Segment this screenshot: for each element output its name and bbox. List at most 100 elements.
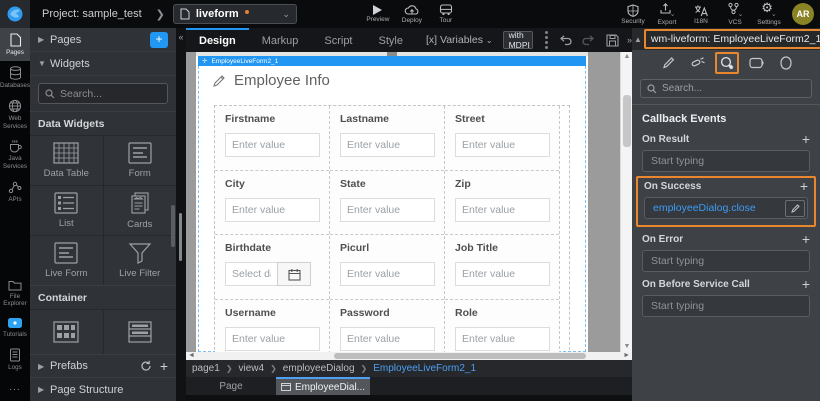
field-password[interactable]: Password — [330, 300, 444, 353]
breadcrumb-view4[interactable]: view4 — [239, 363, 265, 374]
widget-tile-form[interactable]: Form — [104, 136, 177, 185]
username-input[interactable] — [225, 327, 320, 351]
zip-input[interactable] — [455, 198, 550, 222]
page-selector-dropdown[interactable]: liveform ⌄ — [173, 4, 297, 24]
export-button[interactable]: ⌄ Export — [650, 0, 684, 28]
device-tab[interactable] — [745, 52, 769, 74]
firstname-input[interactable] — [225, 133, 320, 157]
security-button[interactable]: Security — [616, 0, 650, 28]
add-on-result-button[interactable]: + — [802, 133, 810, 145]
state-input[interactable] — [340, 198, 435, 222]
breadcrumb-employeeDialog[interactable]: employeeDialog — [283, 363, 355, 374]
panel-scrollbar[interactable] — [171, 205, 175, 247]
on-result-input[interactable] — [651, 155, 807, 167]
scroll-up-arrow[interactable]: ▲ — [621, 52, 632, 62]
redo-button[interactable] — [582, 35, 596, 46]
street-input[interactable] — [455, 133, 550, 157]
tab-employee-dialog[interactable]: EmployeeDial... — [276, 377, 370, 395]
properties-search-input[interactable] — [662, 83, 792, 94]
lastname-input[interactable] — [340, 133, 435, 157]
more-options-button[interactable] — [545, 31, 548, 49]
widget-tile-list[interactable]: List — [30, 186, 103, 235]
add-on-success-button[interactable]: + — [800, 180, 808, 192]
page-structure-accordion[interactable]: ▶ Page Structure — [30, 378, 176, 401]
rail-item-java-services[interactable]: Java Services — [0, 134, 30, 175]
field-role[interactable]: Role — [445, 300, 559, 353]
widget-tile-data-table[interactable]: Data Table — [30, 136, 103, 185]
field-job-title[interactable]: Job Title — [445, 235, 559, 300]
rail-item-web-services[interactable]: Web Services — [0, 94, 30, 135]
field-state[interactable]: State — [330, 171, 444, 236]
properties-tab[interactable] — [656, 52, 680, 74]
scroll-down-arrow[interactable]: ▼ — [621, 342, 632, 352]
deploy-button[interactable]: Deploy — [395, 0, 429, 28]
scroll-right-arrow[interactable]: ► — [623, 352, 630, 360]
save-button[interactable] — [606, 34, 619, 47]
collapse-panel-button[interactable]: « — [176, 30, 186, 44]
liveform-selection-bar[interactable]: ✛ EmployeeLiveForm2_1 — [198, 56, 586, 66]
i18n-button[interactable]: I18N — [684, 0, 718, 28]
rail-item-logs[interactable]: Logs — [0, 343, 30, 376]
tour-button[interactable]: Tour — [429, 0, 463, 28]
form-title[interactable]: Employee Info — [212, 72, 330, 89]
widget-tile-cards[interactable]: Cards — [104, 186, 177, 235]
tab-script[interactable]: Script — [311, 28, 365, 52]
city-input[interactable] — [225, 198, 320, 222]
field-city[interactable]: City — [215, 171, 329, 236]
rail-item-databases[interactable]: Databases — [0, 61, 30, 94]
collapse-panel-arrow[interactable]: ▲ — [634, 35, 642, 44]
picurl-input[interactable] — [340, 262, 435, 286]
properties-search[interactable] — [640, 79, 812, 98]
canvas-horizontal-scrollbar[interactable]: ◄ ► — [186, 352, 632, 360]
scroll-left-arrow[interactable]: ◄ — [188, 352, 195, 360]
job-title-input[interactable] — [455, 262, 550, 286]
security-tab[interactable] — [774, 52, 798, 74]
widget-tile-grid-layout[interactable] — [30, 310, 103, 354]
breadcrumb-current[interactable]: EmployeeLiveForm2_1 — [373, 363, 476, 374]
on-error-input[interactable] — [651, 255, 807, 267]
rail-item-tutorials[interactable]: Tutorials — [0, 312, 30, 343]
birthdate-input[interactable] — [225, 262, 277, 286]
styles-tab[interactable] — [686, 52, 710, 74]
field-picurl[interactable]: Picurl — [330, 235, 444, 300]
password-input[interactable] — [340, 327, 435, 351]
widget-tile-layout[interactable] — [104, 310, 177, 354]
user-avatar[interactable]: AR — [792, 3, 814, 25]
add-prefab-button[interactable]: + — [160, 358, 168, 374]
settings-button[interactable]: ⚙ ⌄ Settings — [752, 0, 786, 28]
tab-style[interactable]: Style — [366, 28, 416, 52]
field-lastname[interactable]: Lastname — [330, 106, 444, 171]
rail-item-apis[interactable]: APIs — [0, 175, 30, 208]
widgets-accordion[interactable]: ▼ Widgets — [30, 52, 176, 76]
breadcrumb-page1[interactable]: page1 — [192, 363, 220, 374]
rail-item-file-explorer[interactable]: File Explorer — [0, 274, 30, 313]
field-firstname[interactable]: Firstname — [215, 106, 329, 171]
add-on-before-service-call-button[interactable]: + — [802, 278, 810, 290]
divider-scrollbar[interactable] — [179, 213, 182, 261]
prefabs-accordion[interactable]: ▶ Prefabs + — [30, 354, 176, 378]
tab-design[interactable]: Design — [186, 28, 249, 52]
widget-tile-live-filter[interactable]: Live Filter — [104, 236, 177, 285]
vcs-button[interactable]: ⌄ VCS — [718, 0, 752, 28]
field-birthdate[interactable]: Birthdate — [215, 235, 329, 300]
on-success-input[interactable] — [653, 202, 785, 214]
widget-search-input[interactable] — [60, 88, 160, 100]
undo-button[interactable] — [558, 35, 572, 46]
rail-item-pages[interactable]: Pages — [0, 28, 30, 61]
tab-page[interactable]: Page — [186, 377, 276, 395]
rail-overflow-button[interactable]: ... — [0, 376, 30, 401]
refresh-icon[interactable] — [140, 360, 152, 372]
events-tab[interactable] — [715, 52, 739, 74]
on-before-service-call-input[interactable] — [651, 300, 807, 312]
pages-accordion[interactable]: ▶ Pages + — [30, 28, 176, 52]
add-on-error-button[interactable]: + — [802, 233, 810, 245]
add-page-button[interactable]: + — [150, 32, 168, 48]
variables-dropdown[interactable]: [x] Variables ⌄ — [426, 34, 493, 46]
field-zip[interactable]: Zip — [445, 171, 559, 236]
preview-button[interactable]: Preview — [361, 0, 395, 28]
field-street[interactable]: Street — [445, 106, 559, 171]
page-surface[interactable]: ✛ EmployeeLiveForm2_1 Employee Info Firs… — [196, 52, 588, 352]
widget-tile-live-form[interactable]: Live Form — [30, 236, 103, 285]
role-input[interactable] — [455, 327, 550, 351]
device-selector[interactable]: Laptop with MDPI Screen ⌄ — [503, 31, 533, 49]
